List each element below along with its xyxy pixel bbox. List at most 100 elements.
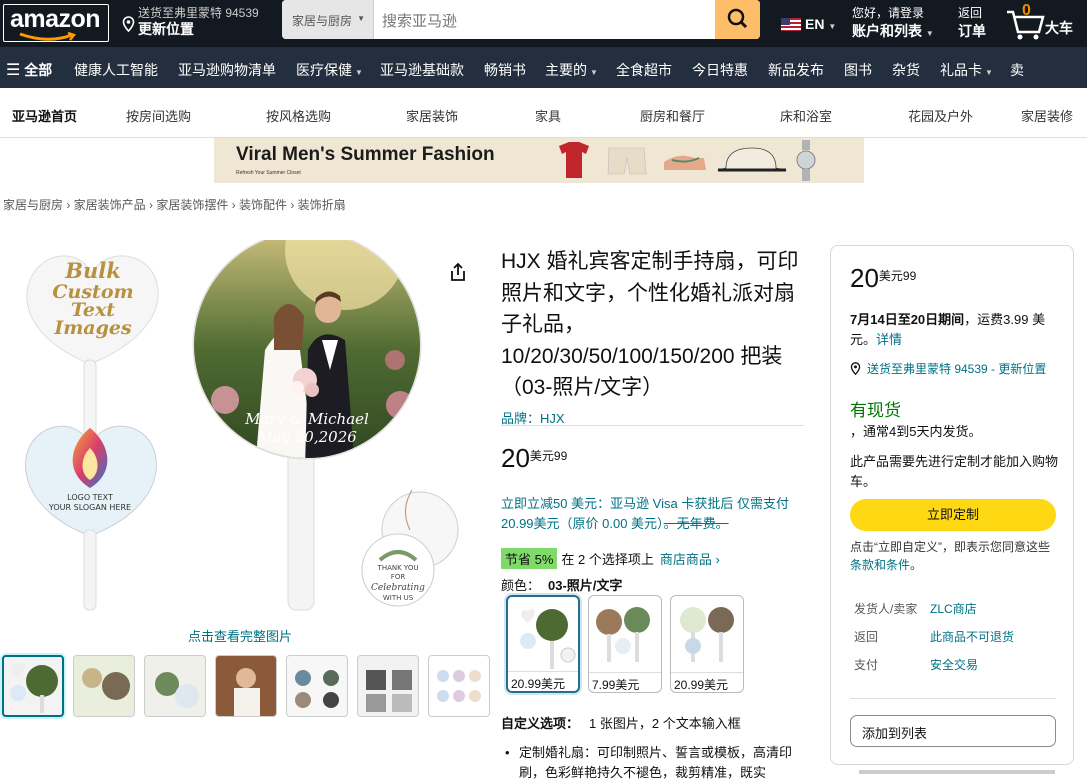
buybox-location[interactable]: 送货至弗里蒙特 94539 - 更新位置 xyxy=(850,360,1046,377)
nav-item[interactable]: 亚马逊购物清单 xyxy=(178,60,276,80)
chevron-down-icon: ▼ xyxy=(925,29,934,38)
banner-title: Viral Men's Summer Fashion xyxy=(236,144,495,165)
savings-text: 在 2 个选择项上 xyxy=(561,552,654,567)
nav-item[interactable]: 健康人工智能 xyxy=(74,60,158,80)
logo-text: amazon xyxy=(10,5,101,33)
svg-text:YOUR SLOGAN HERE: YOUR SLOGAN HERE xyxy=(48,503,131,512)
delivery-info: 7月14日至20日期间，运费3.99 美元。详情 xyxy=(850,310,1060,350)
search-button[interactable] xyxy=(715,0,760,39)
search-category-select[interactable]: 家居与厨房 ▼ xyxy=(282,0,374,39)
account-menu[interactable]: 您好，请登录 账户和列表 ▼ xyxy=(852,4,934,41)
nav-item[interactable]: 今日特惠 xyxy=(692,60,748,80)
subnav-item[interactable]: 按房间选购 xyxy=(126,106,191,125)
terms-link[interactable]: 条款和条件 xyxy=(850,558,910,572)
nav-item[interactable]: 医疗保健 ▼ xyxy=(296,60,363,80)
ad-banner[interactable]: Viral Men's Summer Fashion Refresh Your … xyxy=(214,138,864,183)
swatch-image xyxy=(520,608,576,669)
deliver-to[interactable]: 送货至弗里蒙特 94539 更新位置 xyxy=(122,4,272,40)
custom-options-value: 1 张图片，2 个文本输入框 xyxy=(589,716,741,731)
nav-item[interactable]: 杂货 xyxy=(892,60,920,80)
thumbnail-2[interactable] xyxy=(73,655,135,717)
thumbnail-4[interactable] xyxy=(215,655,277,717)
store-items-link[interactable]: 商店商品 › xyxy=(660,552,720,567)
stock-status: 有现货 xyxy=(850,401,901,420)
breadcrumb[interactable]: 家居与厨房 › 家居装饰产品 › 家居装饰摆件 › 装饰配件 › 装饰折扇 xyxy=(3,196,346,213)
color-value: 03-照片/文字 xyxy=(548,578,623,593)
svg-text:THANK YOU: THANK YOU xyxy=(377,564,419,572)
agree-text: 点击“立即自定义”，即表示您同意这些 xyxy=(850,540,1050,554)
return-policy-link[interactable]: 此商品不可退货 xyxy=(930,628,1014,645)
thumbnail-1[interactable] xyxy=(2,655,64,717)
nav-item[interactable]: 亚马逊基础款 xyxy=(380,60,464,80)
nav-item[interactable]: 卖 xyxy=(1010,60,1024,80)
thumbnail-image xyxy=(145,656,205,716)
returns-orders[interactable]: 返回 订单 xyxy=(958,4,986,41)
language-selector[interactable]: EN ▼ xyxy=(781,16,836,32)
nav-all[interactable]: ☰ 全部 xyxy=(6,60,52,80)
nav-item[interactable]: 畅销书 xyxy=(484,60,526,80)
cart-label: 大车 xyxy=(1045,20,1073,36)
thumbnail-image xyxy=(358,656,418,716)
savings-row: 节省 5% 在 2 个选择项上 商店商品 › xyxy=(501,548,720,569)
subnav-item[interactable]: 按风格选购 xyxy=(266,106,331,125)
subnav-item[interactable]: 家居装修 xyxy=(1021,106,1073,125)
seller-link[interactable]: ZLC商店 xyxy=(930,600,977,617)
smile-icon xyxy=(19,32,77,41)
payment-label: 支付 xyxy=(854,658,879,672)
svg-text:LOGO TEXT: LOGO TEXT xyxy=(67,493,113,502)
promo-text: 立即立减50 美元：亚马逊 Visa 卡获批后 仅需支付 20.99美元（原价 … xyxy=(501,496,789,531)
details-link[interactable]: 详情 xyxy=(876,332,902,347)
subnav-item[interactable]: 厨房和餐厅 xyxy=(640,106,705,125)
nav-item[interactable]: 全食超市 xyxy=(616,60,672,80)
cart-button[interactable]: 0 大车 xyxy=(1005,2,1085,42)
agree-terms: 点击“立即自定义”，即表示您同意这些条款和条件。 xyxy=(850,538,1060,574)
buy-box: 20美元99 7月14日至20日期间，运费3.99 美元。详情 送货至弗里蒙特 … xyxy=(830,245,1074,774)
customize-now-button[interactable]: 立即定制 xyxy=(850,499,1056,531)
svg-text:Celebrating: Celebrating xyxy=(371,583,425,593)
color-swatch-1[interactable]: 20.99美元 xyxy=(506,595,580,693)
buybox-location-text: 送货至弗里蒙特 94539 - 更新位置 xyxy=(867,362,1047,376)
subnav-item[interactable]: 花园及户外 xyxy=(908,106,973,125)
amazon-logo[interactable]: amazon xyxy=(3,4,109,42)
add-to-list-button[interactable]: 添加到列表 xyxy=(850,715,1056,747)
thumbnail-6[interactable] xyxy=(357,655,419,717)
color-swatch-2[interactable]: 7.99美元 xyxy=(588,595,662,693)
nav-item-label: 礼品卡 xyxy=(940,62,982,78)
share-button[interactable] xyxy=(449,262,467,287)
thumbnail-3[interactable] xyxy=(144,655,206,717)
svg-text:WITH US: WITH US xyxy=(383,594,414,602)
svg-text:May 20,2026: May 20,2026 xyxy=(256,428,357,446)
search-category-label: 家居与厨房 xyxy=(292,14,353,28)
nav-item[interactable]: 主要的 ▼ xyxy=(545,60,598,80)
nav-item[interactable]: 礼品卡 ▼ xyxy=(940,60,993,80)
product-image-gallery[interactable]: Bulk Custom Text Images LOGO TEXT YOUR S… xyxy=(0,230,490,640)
subnav-item[interactable]: 家居装饰 xyxy=(406,106,458,125)
nav-item[interactable]: 图书 xyxy=(844,60,872,80)
thumbnail-image xyxy=(10,662,58,713)
subnav-item[interactable]: 床和浴室 xyxy=(780,106,832,125)
orders-line1: 返回 xyxy=(958,6,983,20)
buybox-price-fraction: 美元99 xyxy=(878,269,917,283)
divider xyxy=(501,425,804,426)
location-pin-icon xyxy=(122,16,135,32)
subnav-home[interactable]: 亚马逊首页 xyxy=(12,106,77,125)
custom-options-label: 自定义选项： xyxy=(501,716,580,731)
orders-line2: 订单 xyxy=(958,23,986,39)
scroll-indicator xyxy=(859,770,1055,774)
swatch-image xyxy=(596,607,650,662)
color-label: 颜色： 03-照片/文字 xyxy=(501,575,622,594)
subnav-item[interactable]: 家具 xyxy=(535,106,561,125)
nav-item[interactable]: 新品发布 xyxy=(768,60,824,80)
thumbnail-7[interactable] xyxy=(428,655,490,717)
swatch-price: 20.99美元 xyxy=(508,671,578,691)
thumbnail-5[interactable] xyxy=(286,655,348,717)
banner-subtitle: Refresh Your Summer Closet xyxy=(236,170,301,176)
chevron-down-icon: ▼ xyxy=(357,14,365,23)
account-line2: 账户和列表 xyxy=(852,23,922,39)
payment-link[interactable]: 安全交易 xyxy=(930,656,978,673)
buybox-price-whole: 20 xyxy=(850,263,879,293)
color-swatch-3[interactable]: 20.99美元 xyxy=(670,595,744,693)
promo-offer[interactable]: 立即立减50 美元：亚马逊 Visa 卡获批后 仅需支付 20.99美元（原价 … xyxy=(501,494,801,534)
see-full-image-link[interactable]: 点击查看完整图片 xyxy=(188,626,292,645)
search-input[interactable]: 搜索亚马逊 xyxy=(382,10,457,31)
